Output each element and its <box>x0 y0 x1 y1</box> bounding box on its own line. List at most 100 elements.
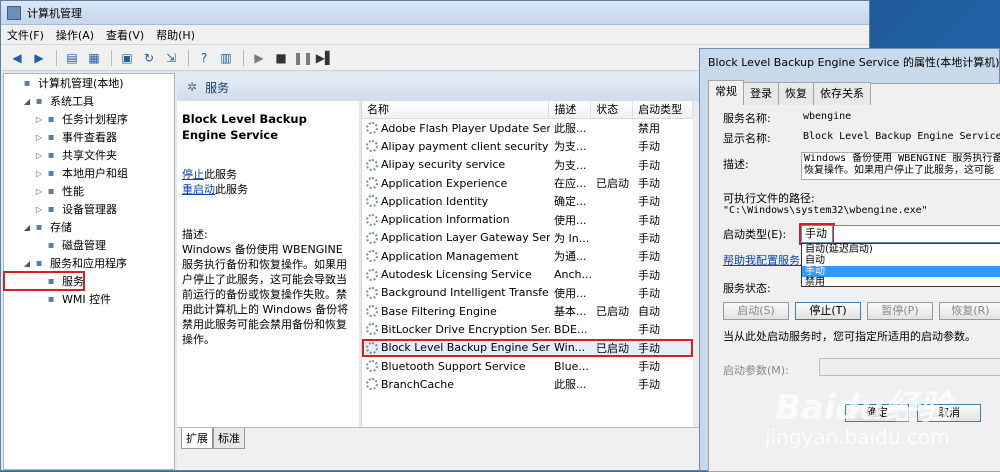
tree-item[interactable]: ▷ ▪ 任务计划程序 <box>4 110 174 128</box>
forward-icon[interactable]: ▶ <box>29 49 49 67</box>
expand-arrow-icon[interactable]: ▷ <box>34 133 44 142</box>
table-row[interactable]: Background Intelligent Transfe... 使用... 手动 <box>362 284 693 302</box>
tab-standard[interactable]: 标准 <box>213 428 245 449</box>
tab-general[interactable]: 常规 <box>708 80 744 103</box>
service-startup: 自动 <box>638 305 660 319</box>
start-button[interactable]: 启动(S) <box>723 302 789 320</box>
tree-item[interactable]: ▷ ▪ 事件查看器 <box>4 128 174 146</box>
table-row[interactable]: Application Experience 在应... 已启动 手动 <box>362 174 693 192</box>
tree-item[interactable]: ◢ ▪ 服务和应用程序 <box>4 254 174 272</box>
tree-item[interactable]: ▪ 服务 <box>3 271 85 291</box>
up-folder-icon[interactable]: ▤ <box>62 49 82 67</box>
table-row[interactable]: Block Level Backup Engine Ser... Win... 已启… <box>362 338 693 357</box>
expand-arrow-icon[interactable]: ▷ <box>34 115 44 124</box>
table-row[interactable]: Alipay security service 为支... 手动 <box>362 156 693 174</box>
col-status[interactable]: 状态 <box>591 101 634 118</box>
service-startup: 手动 <box>638 140 660 154</box>
expand-arrow-icon[interactable]: ▷ <box>34 205 44 214</box>
table-row[interactable]: Adobe Flash Player Update Ser... 此服... 禁用 <box>362 119 693 137</box>
tree-item[interactable]: ▷ ▪ 本地用户和组 <box>4 164 174 182</box>
restart-icon[interactable]: ▶▌ <box>315 49 335 67</box>
service-startup: 手动 <box>638 323 660 337</box>
export-icon[interactable]: ⇲ <box>161 49 181 67</box>
table-row[interactable]: Alipay payment client security ... 为支... 手… <box>362 137 693 155</box>
pause-icon[interactable]: ❚❚ <box>293 49 313 67</box>
help-icon[interactable]: ? <box>194 49 214 67</box>
option-auto-delayed[interactable]: 自动(延迟启动) <box>802 244 1000 255</box>
show-tree-icon[interactable]: ▦ <box>84 49 104 67</box>
expand-arrow-icon[interactable]: ◢ <box>22 223 32 232</box>
table-row[interactable]: Application Management 为通... 手动 <box>362 247 693 265</box>
tree-item[interactable]: ▷ ▪ 共享文件夹 <box>4 146 174 164</box>
expand-arrow-icon[interactable]: ▷ <box>34 187 44 196</box>
tree-item[interactable]: ◢ ▪ 存储 <box>4 218 174 236</box>
window-title: 计算机管理 <box>27 6 82 20</box>
service-gear-icon <box>366 177 378 190</box>
tree-item[interactable]: ▪ 磁盘管理 <box>4 236 174 254</box>
tab-logon[interactable]: 登录 <box>743 82 779 105</box>
service-gear-icon <box>366 341 378 354</box>
table-row[interactable]: Application Information 使用... 手动 <box>362 210 693 228</box>
help-config-link[interactable]: 帮助我配置服务启 <box>723 252 811 268</box>
menu-view[interactable]: 查看(V) <box>100 27 150 43</box>
computer-management-icon <box>7 5 21 20</box>
service-gear-icon <box>366 360 378 372</box>
table-row[interactable]: Application Identity 确定... 手动 <box>362 192 693 210</box>
stop-service-link[interactable]: 停止 <box>182 168 204 181</box>
dialog-desc-box[interactable]: Windows 备份使用 WBENGINE 服务执行备份 恢复操作。如果用户停止… <box>801 152 1000 180</box>
tab-extended[interactable]: 扩展 <box>181 428 213 449</box>
option-auto[interactable]: 自动 <box>802 255 1000 266</box>
tree-item[interactable]: ◢ ▪ 系统工具 <box>4 92 174 110</box>
table-row[interactable]: Autodesk Licensing Service Anch... 手动 <box>362 265 693 283</box>
tree-item[interactable]: ▪ 计算机管理(本地) <box>4 74 174 92</box>
refresh-icon[interactable]: ↻ <box>139 49 159 67</box>
option-disabled[interactable]: 禁用 <box>802 277 1000 288</box>
restart-service-link[interactable]: 重启动 <box>182 183 215 196</box>
tree-item[interactable]: ▪ WMI 控件 <box>4 290 174 308</box>
tree-item-label: 存储 <box>50 221 72 234</box>
service-gear-icon <box>366 323 378 336</box>
startup-type-dropdown[interactable]: 自动(延迟启动) 自动 手动 禁用 <box>801 243 1000 288</box>
service-startup: 手动 <box>638 231 660 245</box>
table-row[interactable]: BranchCache 此服... 手动 <box>362 375 693 393</box>
col-desc[interactable]: 描述 <box>549 101 592 118</box>
menu-action[interactable]: 操作(A) <box>50 27 100 43</box>
service-gear-icon <box>366 305 378 318</box>
service-gear-icon <box>366 140 378 153</box>
expand-arrow-icon[interactable]: ◢ <box>22 97 32 106</box>
properties-icon[interactable]: ▣ <box>117 49 137 67</box>
service-gear-icon <box>366 158 378 171</box>
service-name: Application Experience <box>381 176 508 190</box>
service-gear-icon <box>366 250 378 263</box>
pause-button[interactable]: 暂停(P) <box>867 302 933 320</box>
console-icon[interactable]: ▥ <box>216 49 236 67</box>
table-row[interactable]: Bluetooth Support Service Blue... 手动 <box>362 357 693 375</box>
start-params-input[interactable] <box>819 358 1000 376</box>
startup-type-combo[interactable]: 手动 <box>799 223 835 245</box>
service-gear-icon <box>366 286 378 299</box>
stop-button[interactable]: 停止(T) <box>795 302 861 320</box>
table-row[interactable]: BitLocker Drive Encryption Ser... BDE... 手… <box>362 320 693 338</box>
service-desc: Blue... <box>554 359 589 373</box>
tab-dependencies[interactable]: 依存关系 <box>813 82 871 105</box>
menu-file[interactable]: 文件(F) <box>1 27 50 43</box>
menu-help[interactable]: 帮助(H) <box>150 27 201 43</box>
tree-item[interactable]: ▷ ▪ 设备管理器 <box>4 200 174 218</box>
tab-recovery[interactable]: 恢复 <box>778 82 814 105</box>
resume-button[interactable]: 恢复(R) <box>939 302 1000 320</box>
table-row[interactable]: Base Filtering Engine 基本... 已启动 自动 <box>362 302 693 320</box>
col-startup[interactable]: 启动类型 <box>633 101 694 118</box>
tree-item[interactable]: ▷ ▪ 性能 <box>4 182 174 200</box>
stop-icon[interactable]: ■ <box>271 49 291 67</box>
start-icon[interactable]: ▶ <box>249 49 269 67</box>
services-icon: ✲ <box>187 80 198 94</box>
col-name[interactable]: 名称 <box>362 101 550 118</box>
expand-arrow-icon[interactable]: ▷ <box>34 169 44 178</box>
detail-title: Block Level Backup Engine Service <box>182 112 307 142</box>
back-icon[interactable]: ◀ <box>7 49 27 67</box>
option-manual[interactable]: 手动 <box>802 266 1000 277</box>
expand-arrow-icon[interactable]: ◢ <box>22 259 32 268</box>
table-row[interactable]: Application Layer Gateway Ser... 为 In... 手… <box>362 229 693 247</box>
expand-arrow-icon[interactable]: ▷ <box>34 151 44 160</box>
startup-combo-field[interactable] <box>834 225 1000 243</box>
